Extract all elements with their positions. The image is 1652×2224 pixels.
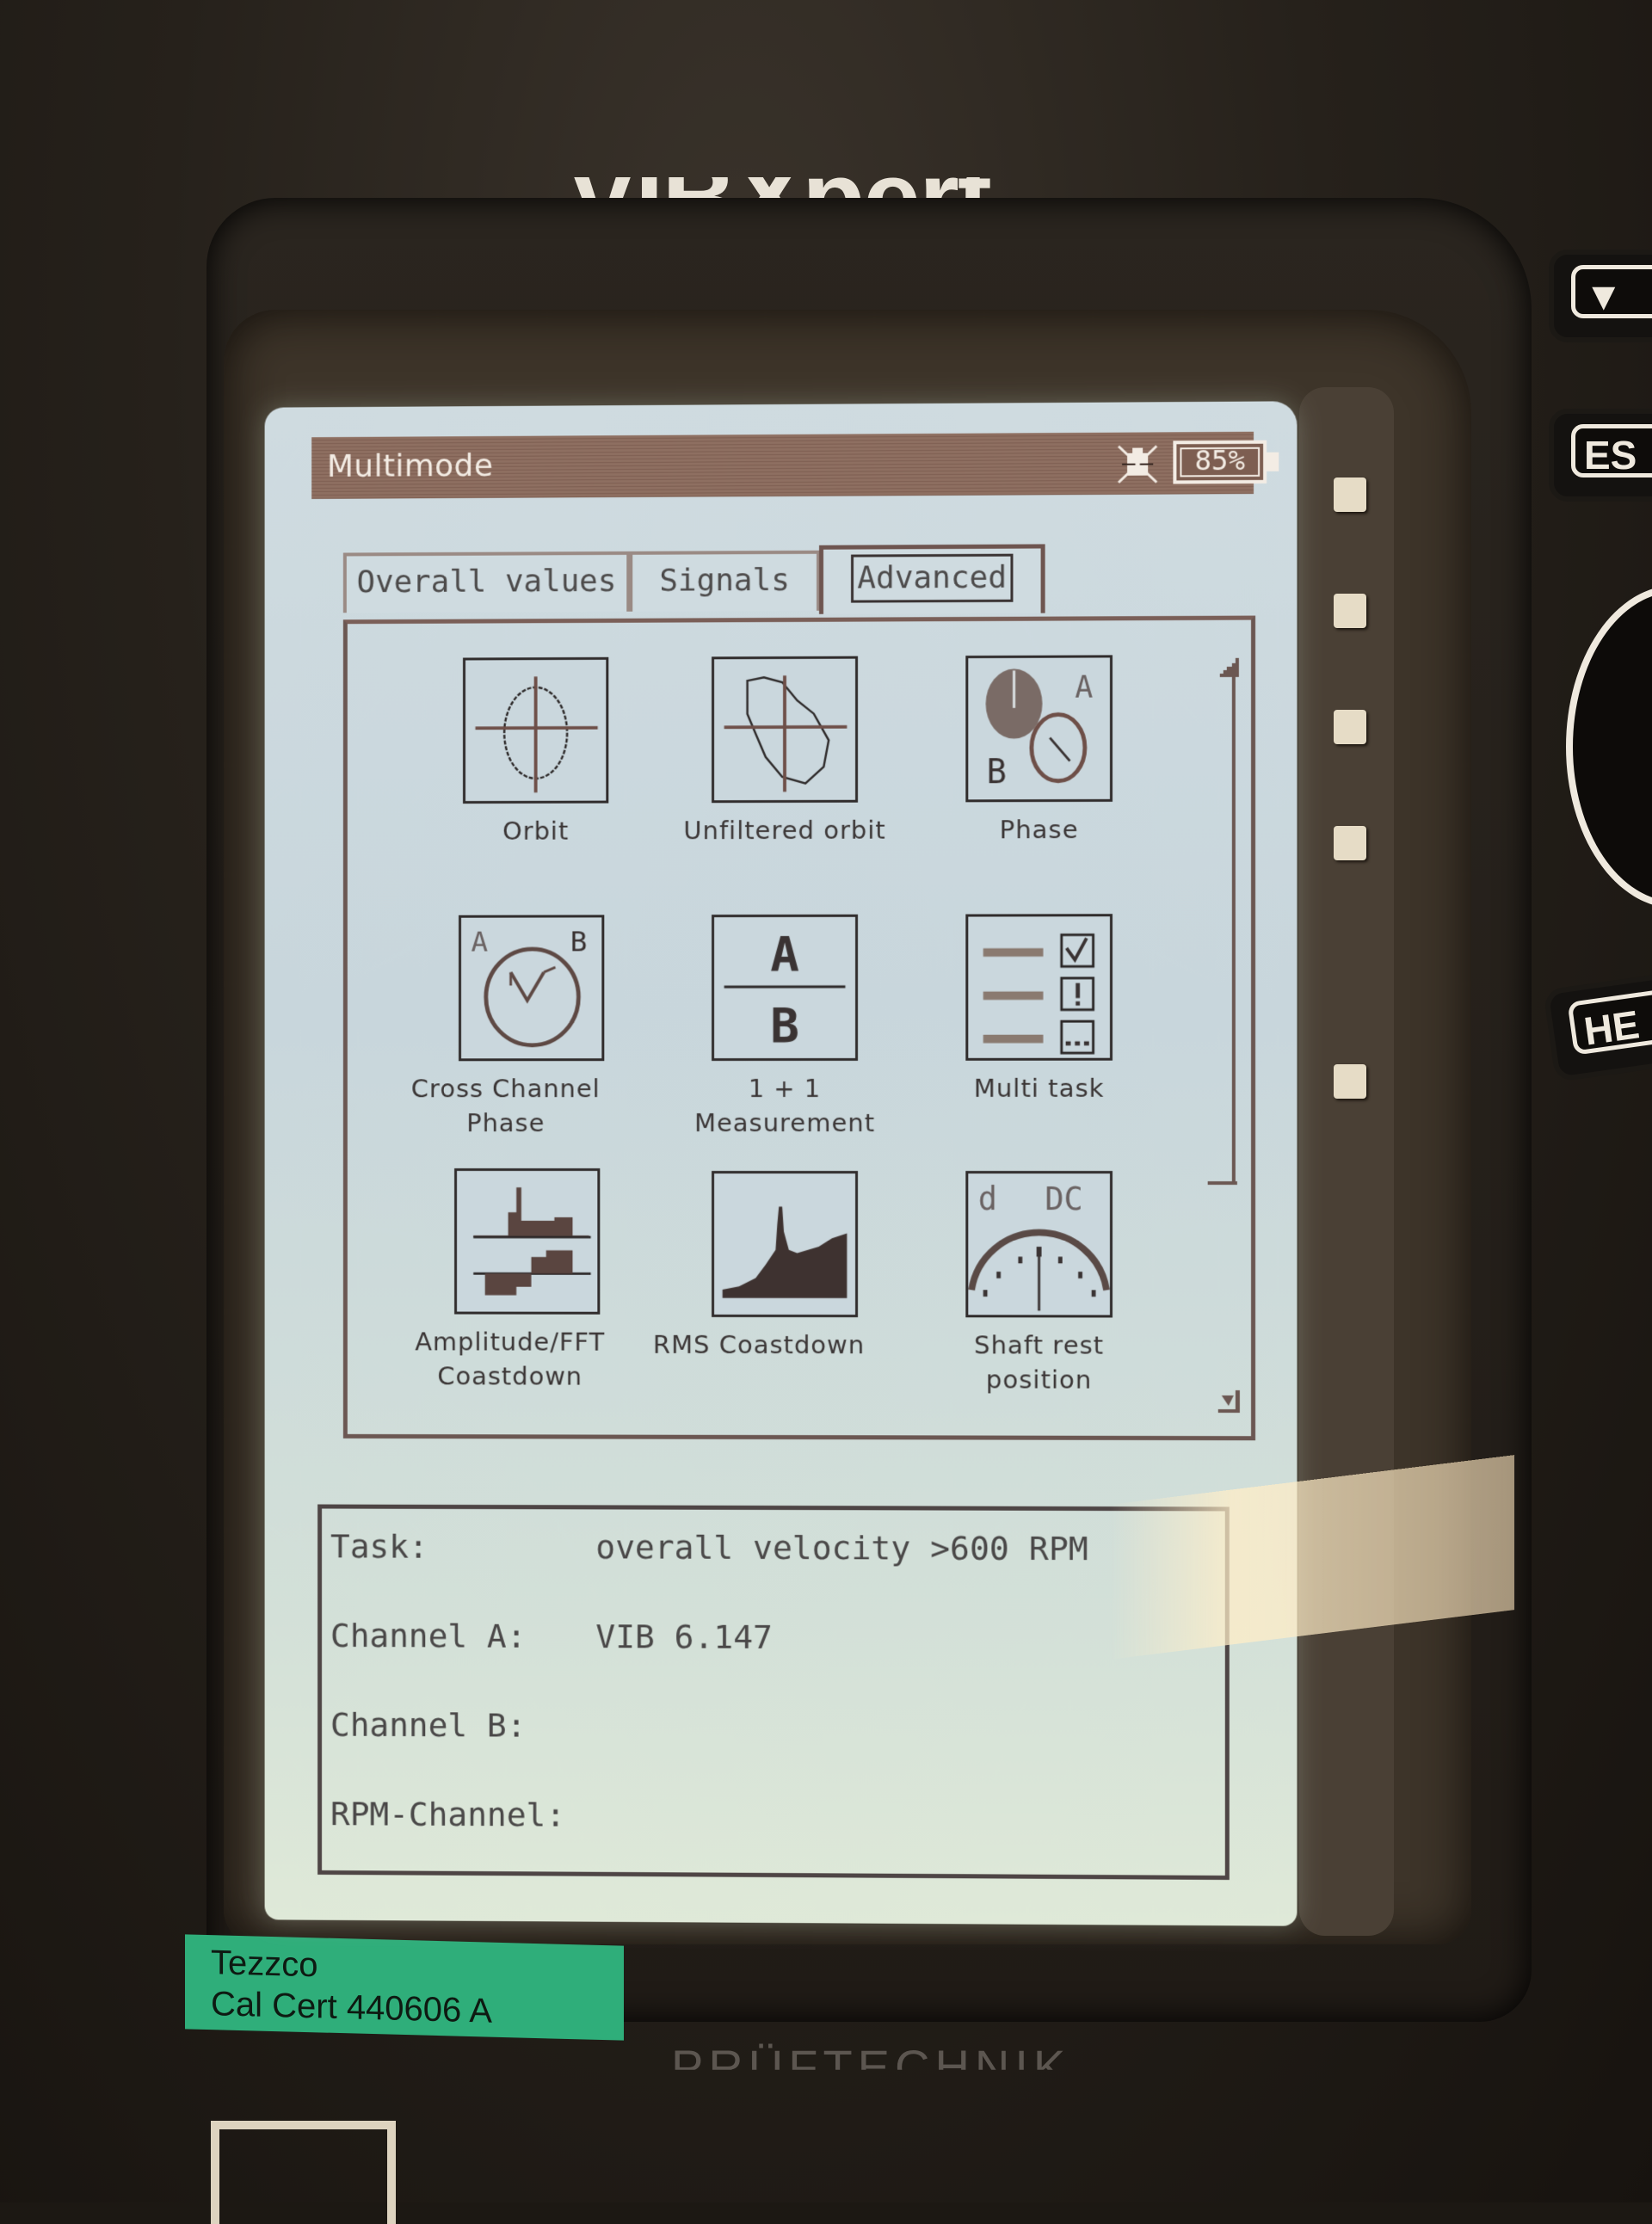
- tab-signals[interactable]: Signals: [629, 551, 820, 612]
- scroll-down-arrow-icon[interactable]: [1217, 1389, 1242, 1414]
- tab-label: Overall values: [357, 564, 617, 600]
- tab-label: Advanced: [851, 554, 1013, 603]
- one-plus-one-measurement-icon: A B: [714, 917, 855, 1058]
- mode-shaft-rest-position[interactable]: d DC Shaft rest position: [884, 1171, 1143, 1430]
- soft-key-3[interactable]: [1334, 710, 1366, 744]
- phase-icon: A B: [968, 657, 1110, 799]
- window-title: Multimode: [327, 448, 493, 484]
- scroll-thumb[interactable]: [1232, 672, 1236, 1181]
- mode-phase[interactable]: A B Phase: [884, 655, 1143, 914]
- soft-key-1[interactable]: [1334, 477, 1366, 512]
- task-info-panel: Task: overall velocity >600 RPM Channel …: [317, 1505, 1230, 1881]
- soft-key-4[interactable]: [1334, 826, 1366, 860]
- info-key: Channel B:: [330, 1706, 526, 1745]
- scroll-thumb-end: [1208, 1181, 1237, 1185]
- info-key: RPM-Channel:: [330, 1795, 565, 1833]
- help-button[interactable]: HE: [1543, 972, 1652, 1082]
- info-key: Channel A:: [330, 1617, 526, 1655]
- mode-orbit[interactable]: Orbit: [382, 657, 639, 915]
- svg-text:d: d: [978, 1180, 997, 1217]
- svg-text:B: B: [770, 998, 799, 1054]
- tab-advanced[interactable]: Advanced: [819, 544, 1045, 613]
- sensor-disconnected-icon: [1113, 442, 1162, 485]
- mode-cross-channel-phase[interactable]: A B Cross Channel Phase: [378, 915, 635, 1173]
- scroll-up-arrow-icon[interactable]: [1217, 655, 1242, 681]
- soft-key-5[interactable]: [1334, 1064, 1366, 1099]
- mode-grid: Orbit Unfiltered orbit: [382, 655, 1156, 1414]
- manufacturer-logo: [211, 2121, 396, 2224]
- mode-amplitude-fft-coastdown[interactable]: Amplitude/FFT Coastdown: [373, 1168, 631, 1426]
- mode-multi-task[interactable]: Multi task: [884, 914, 1143, 1173]
- help-button-label: HE: [1567, 989, 1652, 1056]
- mode-rms-coastdown[interactable]: RMS Coastdown: [630, 1171, 888, 1429]
- shaft-rest-position-icon: d DC: [968, 1174, 1110, 1315]
- orbit-icon: [465, 660, 606, 801]
- multi-task-icon: [968, 916, 1110, 1058]
- mode-label: Phase: [884, 812, 1194, 847]
- title-bar: Multimode 85%: [311, 432, 1254, 499]
- rms-coastdown-icon: [714, 1174, 855, 1315]
- info-value: VIB 6.147: [595, 1617, 773, 1656]
- esc-button[interactable]: ES: [1549, 409, 1652, 502]
- svg-text:A: A: [1075, 671, 1093, 705]
- mode-1-plus-1-measurement[interactable]: A B 1 + 1 Measurement: [630, 915, 888, 1173]
- down-arrow-button[interactable]: ▼: [1549, 250, 1652, 342]
- tab-label: Signals: [659, 563, 790, 599]
- mode-label: Cross Channel Phase: [352, 1071, 660, 1140]
- advanced-modes-panel: Orbit Unfiltered orbit: [343, 616, 1255, 1441]
- down-arrow-icon: ▼: [1571, 265, 1652, 318]
- svg-text:A: A: [472, 925, 489, 958]
- mode-label: RMS Coastdown: [604, 1328, 914, 1363]
- mode-label: Shaft rest position: [884, 1328, 1194, 1397]
- svg-text:DC: DC: [1045, 1180, 1082, 1217]
- svg-text:B: B: [570, 925, 588, 958]
- svg-text:B: B: [987, 753, 1007, 792]
- battery-percent: 85%: [1173, 444, 1267, 477]
- mode-unfiltered-orbit[interactable]: Unfiltered orbit: [630, 656, 888, 915]
- asset-label-sticker: Tezzco Cal Cert 440606 A: [185, 1934, 624, 2040]
- esc-button-label: ES: [1571, 424, 1652, 477]
- svg-text:A: A: [770, 927, 799, 983]
- unfiltered-orbit-icon: [714, 659, 855, 801]
- soft-key-2[interactable]: [1334, 594, 1366, 628]
- amplitude-fft-coastdown-icon: [457, 1171, 597, 1312]
- info-value: overall velocity >600 RPM: [595, 1528, 1088, 1568]
- lcd-screen: Multimode 85% Overall values Signals Adv…: [265, 401, 1298, 1925]
- cross-channel-phase-icon: A B: [461, 917, 601, 1058]
- battery-indicator: 85%: [1173, 440, 1281, 484]
- mode-label: Multi task: [884, 1071, 1194, 1106]
- info-key: Task:: [330, 1527, 428, 1565]
- tab-overall-values[interactable]: Overall values: [343, 551, 630, 613]
- vertical-scrollbar[interactable]: [1217, 655, 1242, 1414]
